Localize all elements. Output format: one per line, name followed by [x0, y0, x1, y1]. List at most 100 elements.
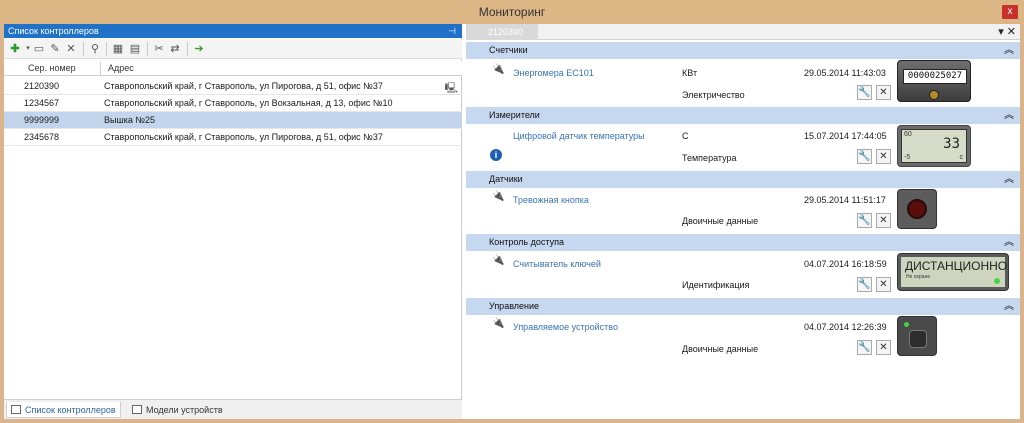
toolbar-separator	[187, 42, 188, 56]
tab-device-models[interactable]: Модели устройств	[128, 402, 227, 418]
window-close-button[interactable]: x	[1002, 5, 1018, 19]
device-name-link[interactable]: Энергомера ЕС101	[513, 68, 594, 78]
link-icon[interactable]: ⚲	[88, 42, 102, 56]
device-name-link[interactable]: Тревожная кнопка	[513, 195, 589, 205]
device-name-link[interactable]: Управляемое устройство	[513, 322, 618, 332]
export-icon[interactable]: ➔	[192, 42, 206, 56]
plug-icon: 🔌	[492, 64, 505, 75]
tab-controllers-list-label: Список контроллеров	[25, 405, 116, 415]
close-icon[interactable]: ✕	[876, 85, 891, 100]
controller-address: Ставропольский край, г Ставрополь, ул Во…	[104, 98, 393, 108]
group-header-control[interactable]: Управление ︽	[466, 298, 1020, 315]
controller-address: Вышка №25	[104, 115, 155, 125]
group-header-access-control[interactable]: Контроль доступа ︽	[466, 234, 1020, 251]
settings-wrench-icon[interactable]: 🔧	[857, 277, 872, 292]
close-icon[interactable]: ✕	[876, 340, 891, 355]
alarm-button-widget	[897, 189, 937, 229]
settings-wrench-icon[interactable]: 🔧	[857, 340, 872, 355]
controllers-grid-header: Сер. номер Адрес	[4, 61, 462, 76]
column-address[interactable]: Адрес	[108, 61, 134, 76]
collapse-icon[interactable]: ︽	[1004, 107, 1014, 124]
cut-icon[interactable]: ✂	[152, 42, 166, 56]
pin-icon[interactable]: ⊣	[448, 24, 456, 38]
device-datetime: 15.07.2014 17:44:05	[804, 131, 887, 141]
group-title: Управление	[489, 301, 540, 311]
controller-row[interactable]: 2120390 Ставропольский край, г Ставропол…	[4, 78, 462, 95]
lcd-top-mark: 60	[904, 131, 912, 138]
tab-controllers-list[interactable]: Список контроллеров	[6, 402, 121, 418]
group-header-gauges[interactable]: Измерители ︽	[466, 107, 1020, 124]
collapse-icon[interactable]: ︽	[1004, 234, 1014, 251]
device-datetime: 29.05.2014 11:43:03	[804, 68, 886, 78]
controller-row[interactable]: 2345678 Ставропольский край, г Ставропол…	[4, 129, 462, 146]
group-header-meters[interactable]: Счетчики ︽	[466, 42, 1020, 59]
close-tab-icon[interactable]: ✕	[1007, 26, 1016, 38]
lcd-value: 33	[943, 136, 960, 152]
collapse-icon[interactable]: ︽	[1004, 171, 1014, 188]
controller-address: Ставропольский край, г Ставрополь, ул Пи…	[104, 81, 383, 91]
device-datetime: 29.05.2014 11:51:17	[804, 195, 886, 205]
controllers-panel-header: Список контроллеров ⊣	[4, 24, 462, 38]
controller-serial: 2345678	[24, 132, 60, 142]
plug-icon: 🔌	[492, 191, 505, 202]
transfer-icon[interactable]: ⇄	[168, 42, 182, 56]
plug-icon: 🔌	[492, 255, 505, 266]
info-icon[interactable]: i	[490, 149, 502, 161]
device-name-link[interactable]: Считыватель ключей	[513, 259, 601, 269]
left-panel-tabs: Список контроллеров Модели устройств	[4, 399, 462, 419]
close-icon[interactable]: ✕	[876, 277, 891, 292]
settings-wrench-icon[interactable]: 🔧	[857, 213, 872, 228]
key-reader-widget: ДИСТАНЦИОННО Не охране	[897, 253, 1009, 291]
column-serial[interactable]: Сер. номер	[28, 61, 76, 76]
column-separator[interactable]	[100, 62, 101, 75]
tab-device-models-label: Модели устройств	[146, 405, 223, 415]
settings-wrench-icon[interactable]: 🔧	[857, 85, 872, 100]
edit-icon[interactable]: ✎	[48, 42, 62, 56]
device-type: Идентификация	[682, 280, 750, 290]
grid-edit-icon[interactable]: ▤	[128, 42, 142, 56]
display-sub-text: Не охране	[906, 274, 931, 280]
group-title: Измерители	[489, 110, 540, 120]
group-header-sensors[interactable]: Датчики ︽	[466, 171, 1020, 188]
alarm-indicator	[907, 199, 927, 219]
device-type: Двоичные данные	[682, 344, 759, 354]
tab-controller-2120390[interactable]: 2120390	[466, 24, 538, 40]
collapse-icon[interactable]: ︽	[1004, 298, 1014, 315]
controller-address: Ставропольский край, г Ставрополь, ул Пи…	[104, 132, 383, 142]
window-body: Список контроллеров ⊣ ✚ ▾ ▭ ✎ ✕ ⚲ ▦ ▤ ✂ …	[4, 24, 1020, 419]
controllers-panel-title: Список контроллеров	[8, 26, 99, 36]
device-type: Электричество	[682, 90, 745, 100]
meter-knob	[929, 90, 939, 100]
lcd-low-mark: -5	[904, 154, 911, 161]
device-unit: С	[682, 131, 689, 141]
device-unit: КВт	[682, 68, 698, 78]
lcd-screen: 60 33 -5 c	[901, 129, 967, 163]
collapse-icon[interactable]: ︽	[1004, 42, 1014, 59]
controller-serial: 9999999	[24, 115, 60, 125]
group-title: Счетчики	[489, 45, 528, 55]
add-icon[interactable]: ✚	[8, 42, 22, 56]
controller-row[interactable]: 1234567 Ставропольский край, г Ставропол…	[4, 95, 462, 112]
controller-row-selected[interactable]: 9999999 Вышка №25	[4, 112, 462, 129]
list-icon	[11, 405, 21, 414]
monitoring-panel: 2120390 ▾ ✕ Счетчики ︽ 🔌 Энергомера ЕС10…	[466, 24, 1020, 419]
delete-icon[interactable]: ✕	[64, 42, 78, 56]
controllers-panel: Список контроллеров ⊣ ✚ ▾ ▭ ✎ ✕ ⚲ ▦ ▤ ✂ …	[4, 24, 462, 419]
controller-serial: 2120390	[24, 81, 60, 91]
table-icon	[132, 405, 142, 414]
settings-wrench-icon[interactable]: 🔧	[857, 149, 872, 164]
close-icon[interactable]: ✕	[876, 213, 891, 228]
group-title: Датчики	[489, 174, 523, 184]
meter-reading: 0000025027	[903, 69, 967, 84]
toolbar-separator	[83, 42, 84, 56]
tab-list-dropdown-icon[interactable]: ▾	[998, 26, 1004, 38]
group-title: Контроль доступа	[489, 237, 564, 247]
tab-controls: ▾ ✕	[998, 24, 1016, 40]
grid-icon[interactable]: ▦	[111, 42, 125, 56]
controllers-toolbar: ✚ ▾ ▭ ✎ ✕ ⚲ ▦ ▤ ✂ ⇄ ➔	[4, 39, 462, 59]
close-icon[interactable]: ✕	[876, 149, 891, 164]
display-main-text: ДИСТАНЦИОННО	[905, 259, 1008, 273]
document-icon[interactable]: ▭	[32, 42, 46, 56]
device-type: Двоичные данные	[682, 216, 759, 226]
device-name-link[interactable]: Цифровой датчик температуры	[513, 131, 645, 141]
